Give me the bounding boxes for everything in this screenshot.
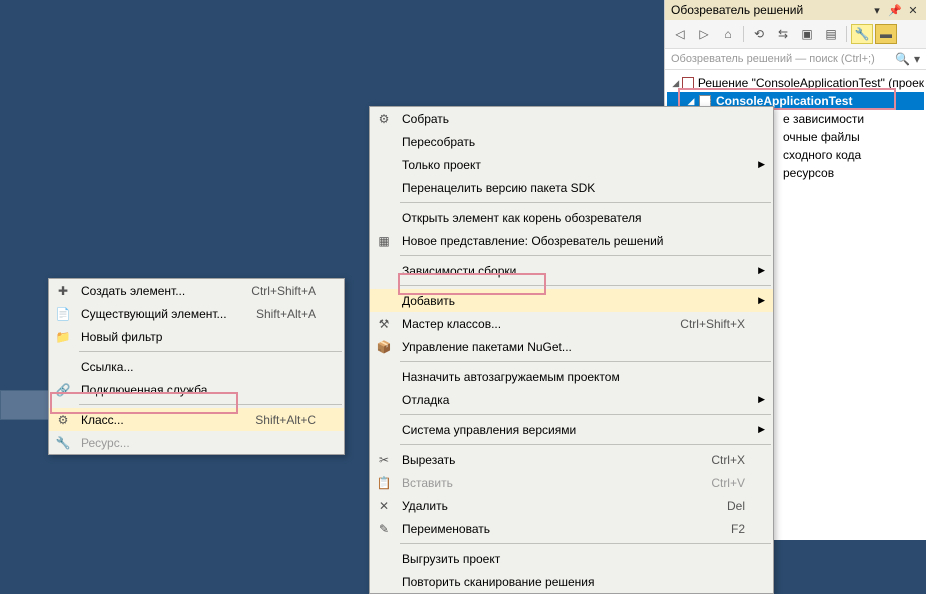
sync-icon[interactable]: ⟲ (748, 24, 770, 44)
menu-rename[interactable]: ✎ Переименовать F2 (370, 517, 773, 540)
menu-class-wizard[interactable]: ⚒ Мастер классов... Ctrl+Shift+X (370, 312, 773, 335)
solution-explorer-titlebar: Обозреватель решений ▾ 📌 ✕ (665, 0, 926, 20)
submenu-arrow-icon: ▶ (758, 424, 765, 435)
submenu-existing-item[interactable]: 📄 Существующий элемент... Shift+Alt+A (49, 302, 344, 325)
build-icon: ⚙ (370, 112, 398, 126)
menu-separator (400, 285, 771, 286)
menu-project-only[interactable]: Только проект ▶ (370, 153, 773, 176)
solution-explorer-toolbar: ◁ ▷ ⌂ ⟲ ⇆ ▣ ▤ 🔧 ▬ (665, 20, 926, 49)
solution-node[interactable]: ◢ Решение "ConsoleApplicationTest" (прое… (667, 74, 924, 92)
class-wizard-icon: ⚒ (370, 317, 398, 331)
submenu-reference[interactable]: Ссылка... (49, 355, 344, 378)
menu-build[interactable]: ⚙ Собрать (370, 107, 773, 130)
search-dropdown-icon[interactable]: ▾ (914, 52, 920, 66)
new-item-icon: ✚ (49, 284, 77, 298)
menu-separator (400, 255, 771, 256)
menu-paste: 📋 Вставить Ctrl+V (370, 471, 773, 494)
menu-unload[interactable]: Выгрузить проект (370, 547, 773, 570)
submenu-arrow-icon: ▶ (758, 394, 765, 405)
solution-explorer-title: Обозреватель решений (671, 3, 870, 17)
menu-debug[interactable]: Отладка ▶ (370, 388, 773, 411)
menu-new-view[interactable]: ▦ Новое представление: Обозреватель реше… (370, 229, 773, 252)
dropdown-icon[interactable]: ▾ (870, 3, 884, 17)
expand-arrow-icon[interactable]: ◢ (670, 78, 680, 89)
menu-separator (400, 543, 771, 544)
search-icon: 🔍 (895, 52, 910, 66)
rename-icon: ✎ (370, 522, 398, 536)
class-icon: ⚙ (49, 413, 77, 427)
menu-separator (400, 202, 771, 203)
menu-rebuild[interactable]: Пересобрать (370, 130, 773, 153)
menu-retarget-sdk[interactable]: Перенацелить версию пакета SDK (370, 176, 773, 199)
menu-rescan[interactable]: Повторить сканирование решения (370, 570, 773, 593)
menu-set-startup[interactable]: Назначить автозагружаемым проектом (370, 365, 773, 388)
nuget-icon: 📦 (370, 340, 398, 354)
menu-source-control[interactable]: Система управления версиями ▶ (370, 418, 773, 441)
delete-icon: ✕ (370, 499, 398, 513)
menu-delete[interactable]: ✕ Удалить Del (370, 494, 773, 517)
paste-icon: 📋 (370, 476, 398, 490)
submenu-arrow-icon: ▶ (758, 265, 765, 276)
filter-icon: 📁 (49, 330, 77, 344)
menu-open-as-root[interactable]: Открыть элемент как корень обозревателя (370, 206, 773, 229)
close-icon[interactable]: ✕ (906, 3, 920, 17)
properties-icon[interactable]: 🔧 (851, 24, 873, 44)
preview-icon[interactable]: ▬ (875, 24, 897, 44)
solution-icon (681, 75, 695, 91)
submenu-resource: 🔧 Ресурс... (49, 431, 344, 454)
show-all-icon[interactable]: ▤ (820, 24, 842, 44)
menu-separator (79, 351, 342, 352)
submenu-new-filter[interactable]: 📁 Новый фильтр (49, 325, 344, 348)
submenu-new-item[interactable]: ✚ Создать элемент... Ctrl+Shift+A (49, 279, 344, 302)
add-submenu: ✚ Создать элемент... Ctrl+Shift+A 📄 Суще… (48, 278, 345, 455)
resource-icon: 🔧 (49, 436, 77, 450)
refresh-icon[interactable]: ⇆ (772, 24, 794, 44)
submenu-connected-service[interactable]: 🔗 Подключенная служба... (49, 378, 344, 401)
search-placeholder: Обозреватель решений — поиск (Ctrl+;) (671, 53, 895, 65)
expand-arrow-icon[interactable]: ◢ (685, 96, 697, 107)
new-view-icon: ▦ (370, 234, 398, 248)
menu-separator (400, 414, 771, 415)
submenu-arrow-icon: ▶ (758, 159, 765, 170)
forward-icon[interactable]: ▷ (693, 24, 715, 44)
menu-add[interactable]: Добавить ▶ (370, 289, 773, 312)
submenu-arrow-icon: ▶ (758, 295, 765, 306)
existing-item-icon: 📄 (49, 307, 77, 321)
menu-nuget[interactable]: 📦 Управление пакетами NuGet... (370, 335, 773, 358)
menu-separator (400, 444, 771, 445)
connected-service-icon: 🔗 (49, 383, 77, 397)
collapse-icon[interactable]: ▣ (796, 24, 818, 44)
menu-separator (400, 361, 771, 362)
menu-cut[interactable]: ✂ Вырезать Ctrl+X (370, 448, 773, 471)
solution-explorer-search[interactable]: Обозреватель решений — поиск (Ctrl+;) 🔍 … (665, 49, 926, 70)
home-icon[interactable]: ⌂ (717, 24, 739, 44)
pin-icon[interactable]: 📌 (888, 3, 902, 17)
menu-build-deps[interactable]: Зависимости сборки ▶ (370, 259, 773, 282)
solution-label: Решение "ConsoleApplicationTest" (проек (698, 76, 924, 90)
back-icon[interactable]: ◁ (669, 24, 691, 44)
menu-separator (79, 404, 342, 405)
project-context-menu: ⚙ Собрать Пересобрать Только проект ▶ Пе… (369, 106, 774, 594)
submenu-class[interactable]: ⚙ Класс... Shift+Alt+C (49, 408, 344, 431)
cut-icon: ✂ (370, 453, 398, 467)
